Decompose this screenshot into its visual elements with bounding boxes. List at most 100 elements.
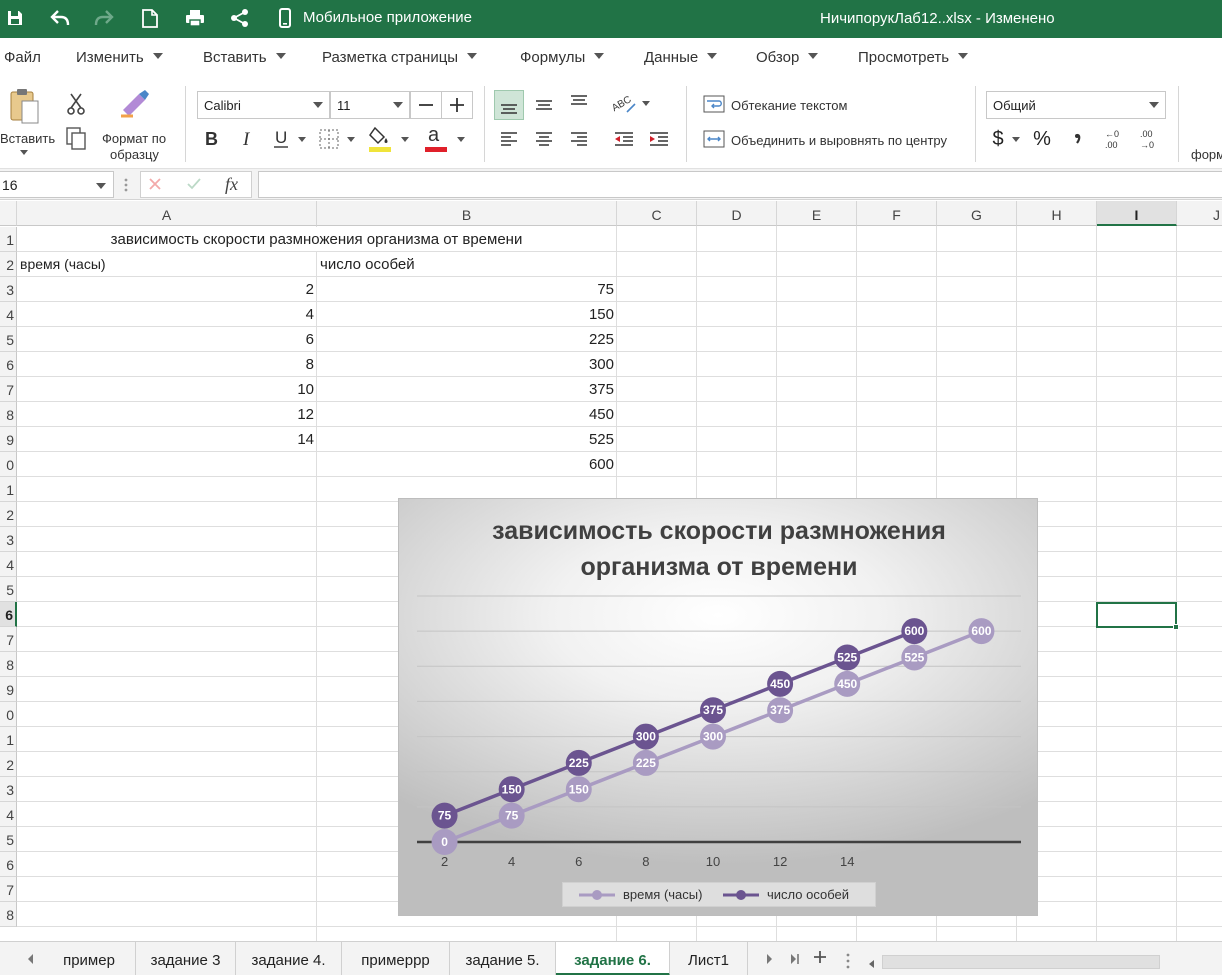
cut-icon[interactable] [64, 92, 88, 116]
bold-icon[interactable]: B [198, 126, 224, 152]
scroll-tabs-left-icon[interactable] [26, 952, 34, 968]
fill-handle[interactable] [1173, 624, 1179, 630]
row-header[interactable]: 1 [0, 227, 17, 252]
name-box[interactable]: 16 [0, 171, 114, 198]
font-color-icon[interactable]: a [422, 123, 450, 155]
row-header[interactable]: 8 [0, 902, 17, 927]
row-header[interactable]: 0 [0, 702, 17, 727]
row-header[interactable]: 4 [0, 802, 17, 827]
column-header-selected[interactable]: I [1097, 201, 1177, 226]
chevron-down-icon[interactable] [642, 101, 650, 106]
chevron-down-icon[interactable] [347, 137, 355, 142]
sheet-tab[interactable]: Лист1 [670, 942, 748, 975]
merge-center-icon[interactable] [702, 129, 726, 149]
menu-data[interactable]: Данные [644, 49, 718, 66]
align-right-icon[interactable] [564, 124, 594, 154]
data-cell[interactable]: 450 [317, 402, 616, 427]
data-cell[interactable]: 8 [17, 352, 316, 377]
format-painter-label[interactable]: образцу [110, 147, 159, 162]
align-top-icon[interactable] [564, 88, 594, 118]
font-size-select[interactable]: 11 [330, 91, 410, 119]
drag-handle-icon[interactable] [123, 177, 129, 196]
add-sheet-icon[interactable] [813, 950, 827, 967]
increase-decimal-icon[interactable]: ←0.00 [1102, 126, 1126, 152]
decrease-indent-icon[interactable] [609, 124, 639, 154]
increase-font-button[interactable] [441, 91, 473, 119]
paste-button[interactable]: Вставить [0, 131, 55, 146]
data-cell[interactable]: 375 [317, 377, 616, 402]
active-cell-selection[interactable] [1096, 602, 1179, 630]
scroll-left-icon[interactable] [868, 956, 875, 972]
column-header[interactable]: F [857, 201, 937, 226]
menu-insert[interactable]: Вставить [203, 49, 286, 66]
sheet-tab[interactable]: задание 3 [136, 942, 236, 975]
line-chart[interactable]: 2 4 6 8 10 12 14 0 75 150 225 300 375 450 525 600 75 150 2… [398, 498, 1038, 916]
header-cell-count[interactable]: число особей [320, 252, 616, 277]
paste-icon[interactable] [6, 86, 42, 126]
row-header[interactable]: 3 [0, 277, 17, 302]
scroll-tabs-last-icon[interactable] [790, 952, 800, 968]
data-cell[interactable]: 12 [17, 402, 316, 427]
data-cell[interactable]: 4 [17, 302, 316, 327]
horizontal-scrollbar[interactable] [882, 955, 1160, 969]
redo-icon[interactable] [91, 5, 117, 31]
row-header[interactable]: 4 [0, 302, 17, 327]
sheet-tab[interactable]: задание 5. [450, 942, 556, 975]
data-cell[interactable]: 10 [17, 377, 316, 402]
menu-review[interactable]: Обзор [756, 49, 819, 66]
format-button-truncated[interactable]: форм [1191, 147, 1222, 162]
format-painter-label[interactable]: Формат по [102, 131, 166, 146]
row-header[interactable]: 6 [0, 852, 17, 877]
data-cell[interactable]: 14 [17, 427, 316, 452]
undo-icon[interactable] [47, 5, 73, 31]
chevron-down-icon[interactable] [20, 150, 28, 155]
column-header[interactable]: B [317, 201, 617, 226]
data-cell[interactable]: 2 [17, 277, 316, 302]
merge-center-button[interactable]: Объединить и выровнять по центру [731, 133, 947, 148]
scroll-tabs-right-icon[interactable] [766, 952, 774, 968]
copy-icon[interactable] [64, 126, 88, 152]
row-header[interactable]: 9 [0, 427, 17, 452]
borders-icon[interactable] [316, 126, 342, 152]
row-header[interactable]: 2 [0, 252, 17, 277]
row-header[interactable]: 8 [0, 652, 17, 677]
confirm-icon[interactable] [186, 177, 202, 194]
align-middle-icon[interactable] [529, 90, 559, 120]
chevron-down-icon[interactable] [457, 137, 465, 142]
row-header[interactable]: 5 [0, 327, 17, 352]
fx-icon[interactable]: fx [225, 174, 238, 195]
align-bottom-icon[interactable] [494, 90, 524, 120]
sheet-tab-active[interactable]: задание 6. [556, 942, 670, 975]
increase-indent-icon[interactable] [644, 124, 674, 154]
menu-edit[interactable]: Изменить [76, 49, 163, 66]
sheet-tab[interactable]: задание 4. [236, 942, 342, 975]
row-header-selected[interactable]: 6 [0, 602, 17, 627]
percent-icon[interactable]: % [1032, 126, 1052, 152]
row-header[interactable]: 7 [0, 627, 17, 652]
chart-legend[interactable]: время (часы) число особей [562, 882, 876, 907]
header-cell-time[interactable]: время (часы) [20, 252, 316, 277]
column-header[interactable]: E [777, 201, 857, 226]
save-icon[interactable] [2, 5, 28, 31]
align-center-icon[interactable] [529, 124, 559, 154]
text-orientation-icon[interactable]: ABC [608, 88, 640, 118]
wrap-text-icon[interactable] [702, 94, 726, 114]
row-header[interactable]: 4 [0, 552, 17, 577]
data-cell[interactable]: 300 [317, 352, 616, 377]
formula-input[interactable] [258, 171, 1222, 198]
font-name-select[interactable]: Calibri [197, 91, 330, 119]
chevron-down-icon[interactable] [401, 137, 409, 142]
data-cell[interactable]: 6 [17, 327, 316, 352]
row-header[interactable]: 6 [0, 352, 17, 377]
row-header[interactable]: 3 [0, 527, 17, 552]
row-header[interactable]: 9 [0, 677, 17, 702]
cancel-icon[interactable] [148, 177, 162, 194]
chevron-down-icon[interactable] [1012, 137, 1020, 142]
row-header[interactable]: 8 [0, 402, 17, 427]
chevron-down-icon[interactable] [298, 137, 306, 142]
more-options-icon[interactable] [846, 953, 850, 972]
row-header[interactable]: 0 [0, 452, 17, 477]
menu-formulas[interactable]: Формулы [520, 49, 605, 66]
new-file-icon[interactable] [137, 5, 163, 31]
data-cell[interactable]: 225 [317, 327, 616, 352]
